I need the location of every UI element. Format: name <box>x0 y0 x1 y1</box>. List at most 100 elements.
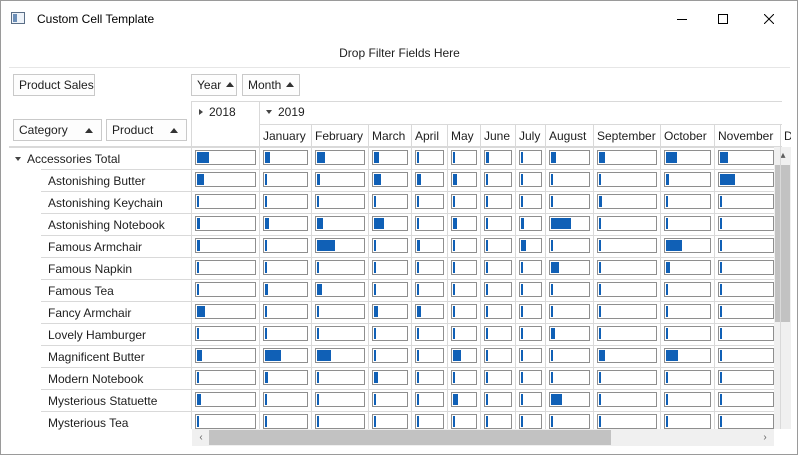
month-header[interactable]: March <box>369 125 412 147</box>
row-field-category[interactable]: Category <box>13 119 102 141</box>
row-label[interactable]: Mysterious Statuette <box>48 390 157 412</box>
data-field-product-sales[interactable]: Product Sales <box>13 74 95 96</box>
month-header[interactable]: October <box>661 125 715 147</box>
grid-line <box>41 323 774 324</box>
vertical-scroll-thumb[interactable] <box>775 165 790 322</box>
month-header[interactable]: May <box>448 125 481 147</box>
grid-line <box>368 147 369 429</box>
month-header[interactable]: September <box>594 125 661 147</box>
sales-bar-cell <box>415 392 444 407</box>
collapse-icon <box>266 109 272 114</box>
sales-bar-cell <box>372 304 408 319</box>
grid-line <box>545 147 546 429</box>
grid-line <box>660 147 661 429</box>
sales-bar <box>599 240 601 251</box>
sales-bar <box>417 372 419 383</box>
month-header[interactable]: February <box>312 125 369 147</box>
scroll-left-icon[interactable]: ‹ <box>195 431 207 445</box>
filter-drop-area[interactable]: Drop Filter Fields Here <box>9 39 790 68</box>
sales-bar-cell <box>315 326 365 341</box>
month-header[interactable]: August <box>546 125 594 147</box>
row-label[interactable]: Astonishing Keychain <box>48 192 163 214</box>
month-header[interactable]: June <box>481 125 516 147</box>
sales-bar <box>551 240 553 251</box>
sales-bar <box>486 306 488 317</box>
sales-bar <box>666 218 668 229</box>
sales-bar-cell <box>718 260 774 275</box>
row-field-product[interactable]: Product <box>106 119 187 141</box>
close-button[interactable] <box>746 1 792 37</box>
row-label[interactable]: Fancy Armchair <box>48 302 131 324</box>
sales-bar <box>720 306 722 317</box>
grid-line <box>714 147 715 429</box>
horizontal-scroll-thumb[interactable] <box>209 430 611 445</box>
maximize-button[interactable] <box>700 1 746 37</box>
month-header[interactable]: January <box>260 125 312 147</box>
sales-bar-cell <box>664 414 711 429</box>
year-2019-header[interactable]: 2019 <box>266 101 305 125</box>
sales-bar <box>417 240 420 251</box>
scroll-up-icon[interactable]: ▴ <box>776 149 790 163</box>
row-label[interactable]: Astonishing Notebook <box>48 214 165 236</box>
minimize-button[interactable] <box>659 1 705 37</box>
sales-bar-cell <box>597 172 657 187</box>
year-2018-header[interactable]: 2018 <box>199 101 236 125</box>
sales-bar-cell <box>263 216 308 231</box>
sales-bar-cell <box>597 326 657 341</box>
column-field-year[interactable]: Year <box>191 74 237 96</box>
sales-bar-cell <box>451 414 477 429</box>
sales-bar-cell <box>597 392 657 407</box>
row-label[interactable]: Astonishing Butter <box>48 170 145 192</box>
sales-bar-cell <box>451 304 477 319</box>
sales-bar-cell <box>718 282 774 297</box>
row-label[interactable]: Famous Tea <box>48 280 114 302</box>
month-header[interactable]: November <box>715 125 781 147</box>
row-label[interactable]: Famous Armchair <box>48 236 142 258</box>
grid-line <box>311 124 312 147</box>
row-label[interactable]: Lovely Hamburger <box>48 324 146 346</box>
sales-bar <box>317 174 320 185</box>
sales-bar-cell <box>315 414 365 429</box>
row-label[interactable]: Mysterious Tea <box>48 412 128 434</box>
sales-bar <box>265 174 267 185</box>
sales-bar <box>599 196 602 207</box>
sales-bar-cell <box>315 392 365 407</box>
sales-bar-cell <box>263 172 308 187</box>
sales-bar-cell <box>484 150 512 165</box>
sales-bar-cell <box>664 282 711 297</box>
sales-bar <box>197 262 199 273</box>
sales-bar-cell <box>484 172 512 187</box>
year-2018-label: 2018 <box>209 105 236 119</box>
month-header[interactable]: July <box>516 125 546 147</box>
sales-bar-cell <box>664 326 711 341</box>
sales-bar-cell <box>718 370 774 385</box>
sales-bar <box>599 152 605 163</box>
sales-bar <box>265 306 267 317</box>
category-total-row[interactable]: Accessories Total <box>15 148 120 170</box>
sales-bar <box>374 218 384 229</box>
sales-bar-cell <box>664 238 711 253</box>
sales-bar <box>521 262 523 273</box>
sales-bar <box>265 152 270 163</box>
sales-bar <box>317 350 331 361</box>
row-label[interactable]: Magnificent Butter <box>48 346 145 368</box>
scroll-right-icon[interactable]: › <box>759 431 771 445</box>
column-field-month[interactable]: Month <box>242 74 300 96</box>
close-icon <box>764 14 774 24</box>
sales-bar-cell <box>415 216 444 231</box>
sales-bar-cell <box>451 194 477 209</box>
sales-bar-cell <box>549 392 590 407</box>
sales-bar <box>453 416 455 427</box>
month-header[interactable]: D <box>781 125 791 147</box>
row-label[interactable]: Famous Napkin <box>48 258 132 280</box>
month-header[interactable]: April <box>412 125 448 147</box>
row-label[interactable]: Modern Notebook <box>48 368 143 390</box>
sales-bar <box>599 218 601 229</box>
sales-bar <box>666 306 668 317</box>
sales-bar <box>486 372 488 383</box>
sales-bar-cell <box>195 414 256 429</box>
sales-bar <box>265 416 267 427</box>
sales-bar <box>374 372 378 383</box>
sales-bar <box>317 240 335 251</box>
sales-bar-cell <box>519 216 542 231</box>
